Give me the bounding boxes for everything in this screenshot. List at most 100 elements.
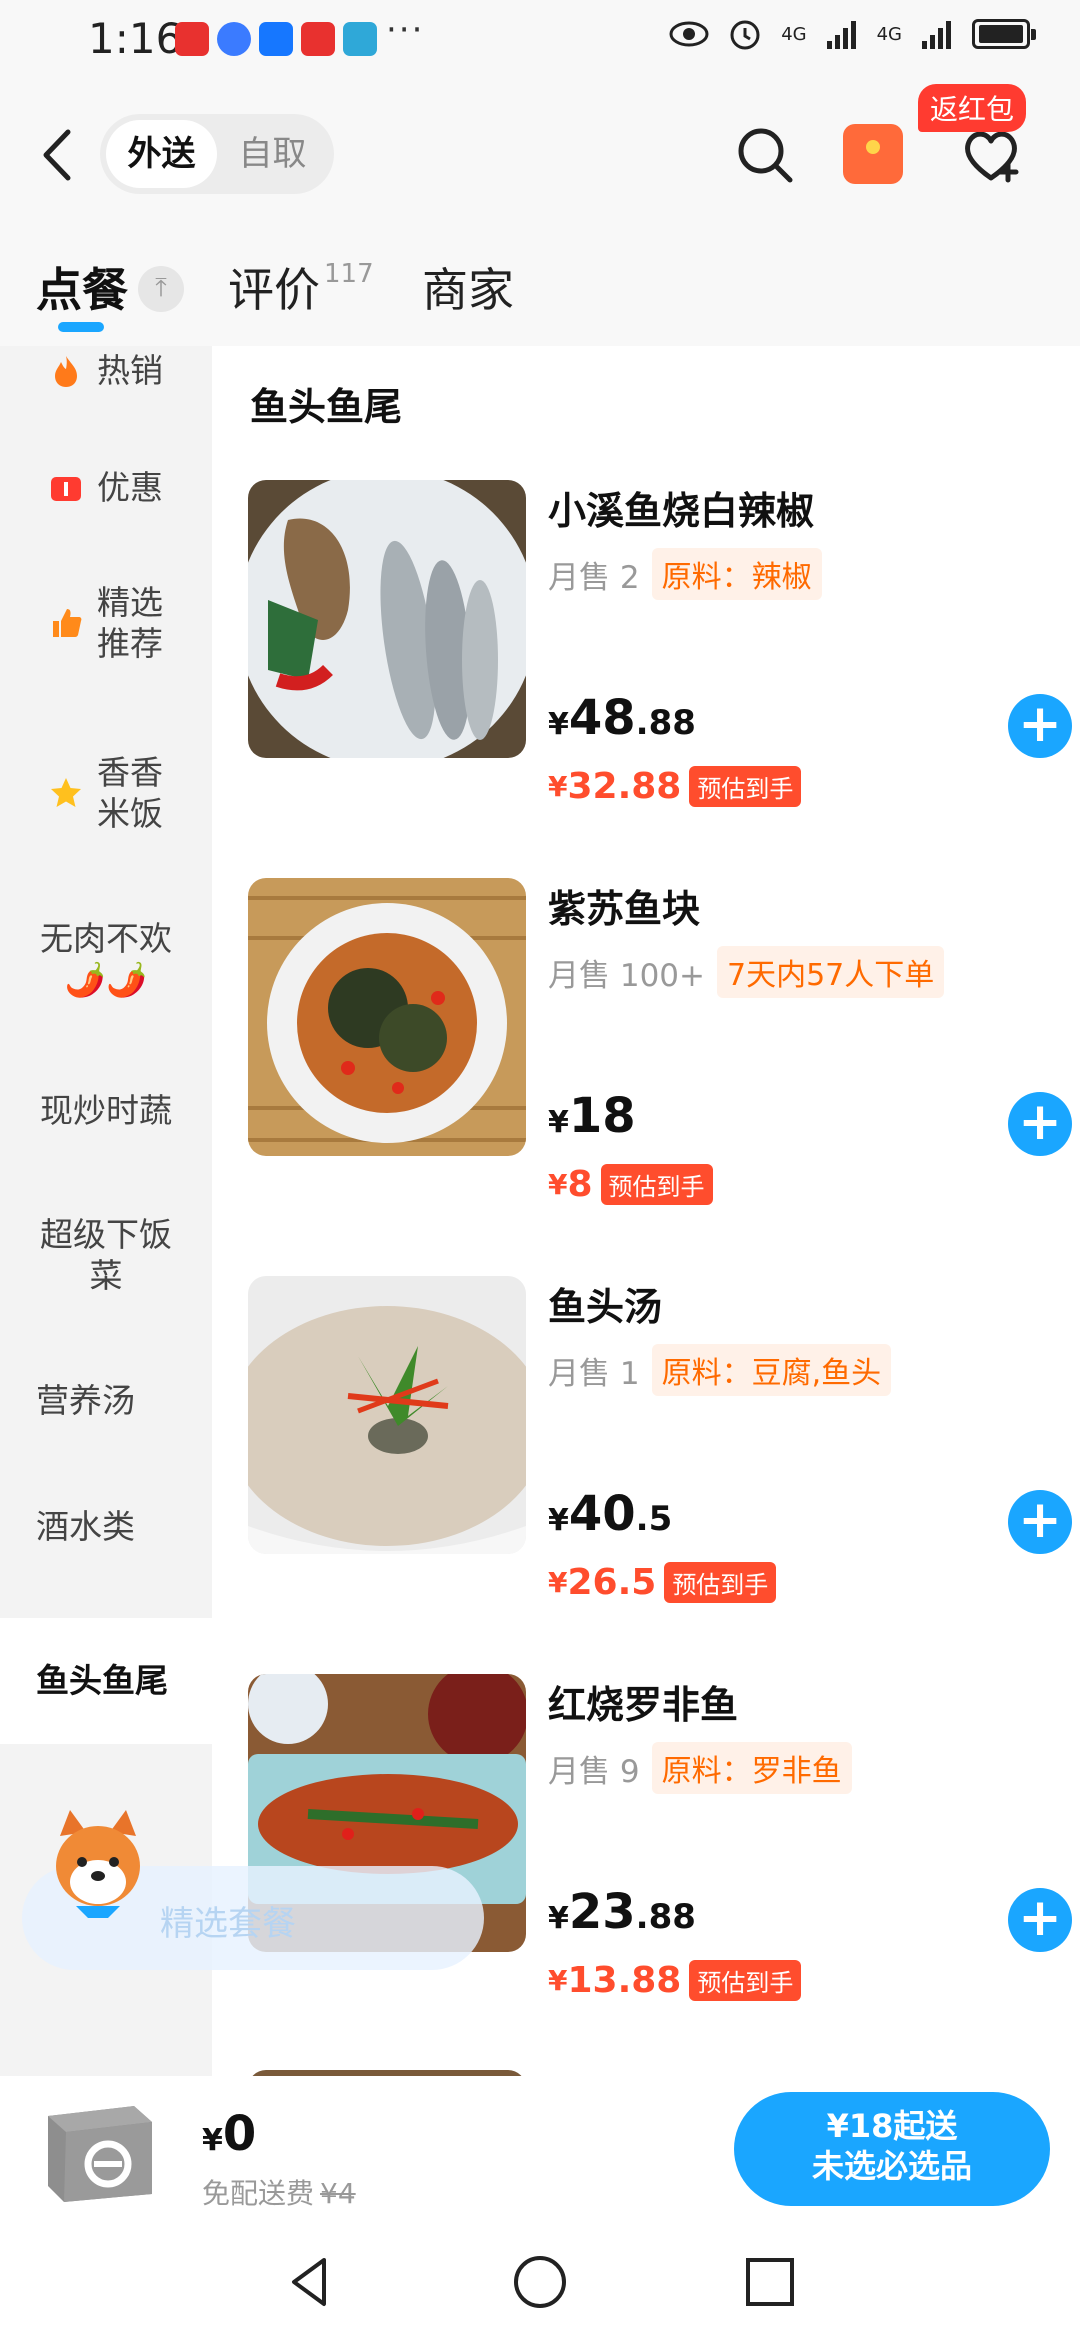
add-to-cart-button[interactable]: +	[1008, 1490, 1072, 1554]
add-to-cart-button[interactable]: +	[1008, 1888, 1072, 1952]
delivery-mode-toggle: 外送 自取	[100, 114, 334, 194]
sidebar-item-label: 菜	[89, 1256, 123, 1295]
sidebar-item-rice[interactable]: 香香 米饭	[0, 730, 212, 856]
status-time: 1:16	[88, 14, 183, 63]
currency-symbol: ¥	[548, 1566, 568, 1599]
sidebar-item-label: 营养汤	[36, 1381, 135, 1421]
dish-tag: 原料：罗非鱼	[651, 1742, 852, 1794]
cart-total: ¥0	[202, 2106, 256, 2162]
fee-label: 免配送费	[202, 2177, 315, 2210]
fee-original: ¥4	[320, 2177, 356, 2210]
currency-symbol: ¥	[548, 1901, 569, 1936]
price-integer: 23	[568, 1884, 636, 1940]
checkout-required-label: 未选必选品	[811, 2147, 972, 2185]
tab-merchant[interactable]: 商家	[422, 254, 514, 320]
sidebar-item-hot[interactable]: 热销	[0, 346, 212, 396]
sidebar-item-vegetables[interactable]: 现炒时蔬	[0, 1066, 212, 1156]
cashback-badge: 返红包	[918, 84, 1027, 132]
sidebar-item-label: 热销	[97, 351, 163, 391]
pin-top-icon[interactable]: ⤒	[138, 266, 184, 312]
sidebar-item-recommended[interactable]: 精选 推荐	[0, 560, 212, 686]
chili-emoji: 🌶️🌶️	[64, 960, 148, 999]
sidebar-item-label: 米饭	[97, 794, 163, 833]
review-count: 117	[324, 259, 374, 289]
sidebar-item-label: 鱼头鱼尾	[36, 1661, 168, 1701]
delivery-option[interactable]: 外送	[106, 120, 217, 188]
tab-reviews-label: 评价	[228, 263, 320, 317]
battery-icon	[972, 19, 1036, 49]
status-right: 4G 4G	[669, 16, 1036, 52]
estimated-price-value: 8	[567, 1164, 593, 1205]
currency-symbol: ¥	[202, 2123, 223, 2158]
search-icon[interactable]	[730, 120, 800, 190]
dish-item[interactable]: 紫苏鱼块 月售 100+ 7天内57人下单 ¥18 ¥8 预估到手 +	[248, 878, 1072, 1208]
signal-icon	[826, 21, 856, 49]
dish-photo	[248, 878, 526, 1156]
dish-price: ¥18	[548, 1088, 636, 1144]
tab-order[interactable]: 点餐	[36, 254, 128, 320]
back-button[interactable]	[32, 120, 82, 190]
currency-symbol: ¥	[548, 770, 568, 803]
estimated-price-value: 32.88	[567, 766, 682, 807]
dish-photo	[248, 480, 526, 758]
notification-icons	[175, 22, 377, 56]
price-integer: 18	[568, 1088, 636, 1144]
alarm-icon	[730, 20, 760, 50]
signal-label-1: 4G	[781, 23, 807, 45]
sidebar-item-label: 香香	[97, 752, 163, 792]
checkout-min-label: ¥18起送	[826, 2107, 958, 2145]
add-to-cart-button[interactable]: +	[1008, 1092, 1072, 1156]
checkout-button[interactable]: ¥18起送 未选必选品	[734, 2092, 1050, 2206]
nav-home-icon[interactable]	[510, 2252, 570, 2312]
dish-item[interactable]: 鱼头汤 月售 1 原料：豆腐,鱼头 ¥40.5 ¥26.5 预估到手 +	[248, 1276, 1072, 1606]
dish-item[interactable]: 小溪鱼烧白辣椒 月售 2 原料：辣椒 ¥48.88 ¥32.88 预估到手 +	[248, 480, 1072, 810]
sidebar-item-meat[interactable]: 无肉不欢 🌶️🌶️	[0, 896, 212, 1022]
store-tabs: 点餐 ⤒ 评价 117 商家	[0, 236, 1080, 346]
dish-photo	[248, 1276, 526, 1554]
sidebar-item-drinks[interactable]: 酒水类	[0, 1482, 212, 1572]
add-to-cart-button[interactable]: +	[1008, 694, 1072, 758]
sidebar-item-fish-head[interactable]: 鱼头鱼尾	[0, 1618, 212, 1744]
dish-price: ¥48.88	[548, 690, 696, 746]
currency-symbol: ¥	[548, 1503, 569, 1538]
dish-meta: 月售 2 原料：辣椒	[548, 548, 822, 600]
app-screen: 1:16 ··· 4G 4G 外送 自取 返红包 点餐 ⤒ 评价 117 商家 …	[0, 0, 1080, 2340]
delivery-fee: 免配送费 ¥4	[202, 2172, 356, 2212]
red-packet-icon[interactable]	[843, 124, 903, 184]
alipay-icon	[259, 22, 293, 56]
cart-box-icon[interactable]	[34, 2086, 162, 2212]
star-icon	[51, 778, 81, 807]
estimated-price: ¥8 预估到手	[548, 1164, 713, 1205]
dish-price: ¥23.88	[548, 1884, 696, 1940]
app-notification-icon	[175, 22, 209, 56]
app-notification-icon	[217, 22, 251, 56]
dish-tag: 7天内57人下单	[717, 946, 945, 998]
sidebar-item-discount[interactable]: 优惠	[0, 450, 212, 526]
nav-recents-icon[interactable]	[740, 2252, 800, 2312]
monthly-sales: 月售 9	[548, 1753, 640, 1790]
status-bar: 1:16 ··· 4G 4G	[0, 0, 1080, 84]
estimated-badge: 预估到手	[689, 1960, 802, 2001]
system-nav-bar	[0, 2226, 1080, 2340]
nav-back-icon[interactable]	[280, 2252, 340, 2312]
signal-label-2: 4G	[876, 23, 902, 45]
fire-icon	[55, 356, 77, 387]
monthly-sales: 月售 2	[548, 559, 640, 596]
dish-meta: 月售 9 原料：罗非鱼	[548, 1742, 852, 1794]
estimated-badge: 预估到手	[664, 1562, 777, 1603]
dish-meta: 月售 1 原料：豆腐,鱼头	[548, 1344, 892, 1396]
app-notification-icon	[301, 22, 335, 56]
tab-reviews[interactable]: 评价 117	[228, 254, 374, 320]
sidebar-item-label: 超级下饭	[40, 1214, 172, 1254]
sidebar-item-rice-dishes[interactable]: 超级下饭菜	[0, 1192, 212, 1318]
sidebar-item-soup[interactable]: 营养汤	[0, 1356, 212, 1446]
estimated-badge: 预估到手	[689, 766, 802, 807]
estimated-price-value: 26.5	[567, 1562, 657, 1603]
pickup-option[interactable]: 自取	[217, 120, 328, 188]
monthly-sales: 月售 1	[548, 1355, 640, 1392]
cart-total-value: 0	[222, 2106, 257, 2162]
price-decimal: .88	[635, 703, 696, 743]
dish-name: 紫苏鱼块	[548, 887, 701, 931]
dish-name: 鱼头汤	[548, 1285, 663, 1329]
sidebar-item-label: 精选	[97, 582, 163, 622]
